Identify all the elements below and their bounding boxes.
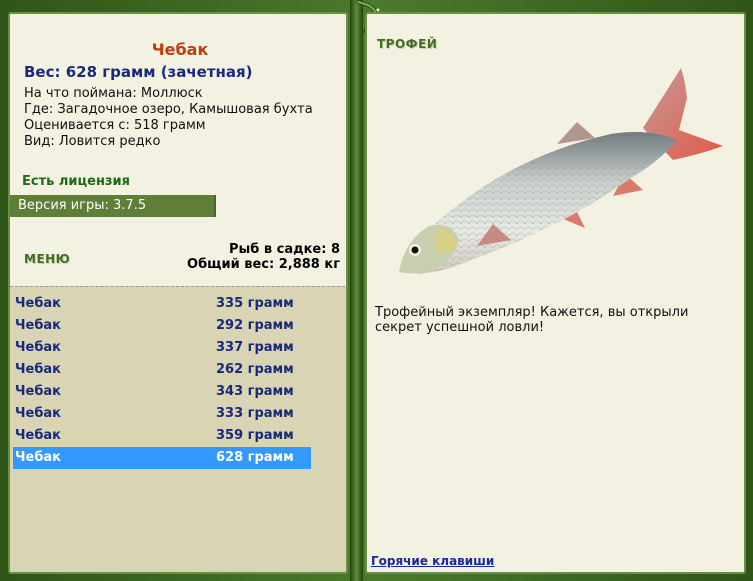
catch-name: Чебак (15, 340, 61, 355)
catch-row[interactable]: Чебак 337 грамм (13, 337, 311, 359)
catch-weight: 343 грамм (216, 384, 294, 399)
catch-weight: 335 грамм (216, 296, 294, 311)
catch-weight: 337 грамм (216, 340, 294, 355)
panel-divider (350, 0, 363, 581)
fish-name-title: Чебак (151, 40, 209, 59)
catch-name: Чебак (15, 384, 61, 399)
catch-weight: 359 грамм (216, 428, 294, 443)
keepnet-stats: Рыб в садке: 8 Общий вес: 2,888 кг (187, 242, 340, 272)
hotkeys-link[interactable]: Горячие клавиши (371, 554, 494, 568)
fish-count: Рыб в садке: 8 (228, 242, 340, 257)
info-bait: На что поймана: Моллюск (24, 86, 203, 101)
catch-name: Чебак (15, 296, 61, 311)
catch-row-selected[interactable]: Чебак 628 грамм (13, 447, 311, 469)
catch-weight: 333 грамм (216, 406, 294, 421)
catch-name: Чебак (15, 362, 61, 377)
catch-row[interactable]: Чебак 262 грамм (13, 359, 311, 381)
catch-weight: 262 грамм (216, 362, 294, 377)
info-rarity: Вид: Ловится редко (24, 134, 161, 149)
catch-name: Чебак (15, 318, 61, 333)
catch-list: Чебак 335 грамм Чебак 292 грамм Чебак 33… (10, 286, 346, 572)
catch-row[interactable]: Чебак 335 грамм (13, 293, 311, 315)
fish-weight: Вес: 628 грамм (зачетная) (24, 63, 253, 81)
trophy-message: Трофейный экземпляр! Кажется, вы открыли… (375, 305, 689, 335)
catch-name: Чебак (15, 450, 61, 465)
catch-row[interactable]: Чебак 343 грамм (13, 381, 311, 403)
catch-row[interactable]: Чебак 359 грамм (13, 425, 311, 447)
version-bar: Версия игры: 3.7.5 (10, 195, 216, 217)
total-weight: Общий вес: 2,888 кг (187, 257, 340, 272)
info-location: Где: Загадочное озеро, Камышовая бухта (24, 102, 313, 117)
catch-row[interactable]: Чебак 292 грамм (13, 315, 311, 337)
right-panel: ТРОФЕЙ Трофейный экземпляр! Кажется, вы … (365, 12, 746, 574)
catch-name: Чебак (15, 406, 61, 421)
catch-weight: 292 грамм (216, 318, 294, 333)
catch-row[interactable]: Чебак 333 грамм (13, 403, 311, 425)
catch-weight: 628 грамм (216, 450, 294, 465)
fish-image (399, 68, 723, 274)
license-status: Есть лицензия (22, 174, 130, 189)
info-evaluated-from: Оценивается с: 518 грамм (24, 118, 206, 133)
trophy-label: ТРОФЕЙ (377, 37, 438, 51)
catch-name: Чебак (15, 428, 61, 443)
left-panel: Чебак Вес: 628 грамм (зачетная) На что п… (8, 12, 348, 574)
menu-button[interactable]: МЕНЮ (24, 252, 70, 266)
